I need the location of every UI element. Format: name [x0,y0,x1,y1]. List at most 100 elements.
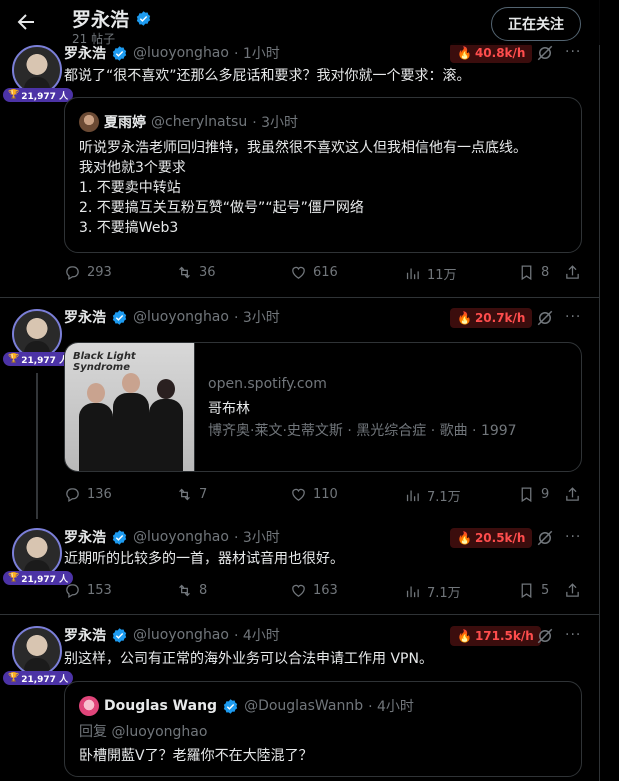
quote-time: · 3小时 [252,115,299,131]
tweet-2[interactable]: 🏆 21,977 人 罗永浩 @luoyonghao · 3小时 🔥 20.7k/h… [0,297,600,520]
more-icon[interactable]: ··· [565,309,581,325]
retweet-button[interactable]: 36 [176,264,216,281]
quote-line: 听说罗永浩老师回归推特，我虽然很不喜欢这人但我相信他有一点底线。 [79,140,527,156]
grok-slash-icon[interactable] [536,627,554,645]
avatar [79,696,99,716]
card-description: 博齐奥·莱文·史蒂文斯 · 黑光综合症 · 歌曲 · 1997 [208,423,517,439]
quote-meta: 夏雨婷 @cherylnatsu · 3小时 [79,112,298,132]
bookmark-button[interactable]: 8 [518,264,549,281]
views-button[interactable]: 7.1万 [404,486,461,505]
like-icon [292,488,305,501]
tweet-text: 近期听的比较多的一首，器材试音用也很好。 [64,551,344,567]
tweet-text: 都说了“很不喜欢”还那么多屁话和要求？我对你就一个要求：滚。 [64,68,471,84]
tweet-4[interactable]: 🏆 21,977 人 罗永浩 @luoyonghao · 4小时 🔥 171.5k/… [0,614,600,781]
reply-button[interactable]: 153 [64,582,112,599]
follower-badge: 🏆 21,977 人 [3,671,74,685]
hot-badge: 🔥 40.8k/h [450,43,533,63]
quote-author-name: 夏雨婷 [104,115,146,131]
share-icon[interactable] [564,486,581,503]
quote-time: · 4小时 [368,699,414,715]
tweet-3[interactable]: 🏆 21,977 人 罗永浩 @luoyonghao · 3小时 🔥 20.5k/h… [0,520,600,614]
quote-text: 卧槽開藍V了？老羅你不在大陸混了？ [79,748,313,764]
tweet-time[interactable]: · 3小时 [234,307,280,327]
bookmark-button[interactable]: 5 [518,582,549,599]
like-button[interactable]: 163 [290,582,338,599]
verified-icon [136,11,151,26]
album-cover: Black Light Syndrome [65,343,195,471]
tweet-time[interactable]: · 4小时 [234,625,280,645]
reply-icon [66,266,79,281]
hot-badge: 🔥 171.5k/h [450,626,541,646]
quote-author-handle: @cherylnatsu [151,114,248,130]
views-button[interactable]: 7.1万 [404,582,461,601]
action-bar: 153 8 163 7.1万 5 [64,582,582,602]
avatar[interactable] [12,626,62,676]
spotify-link-card[interactable]: Black Light Syndrome open.spotify.com 哥布… [64,342,582,472]
reply-button[interactable]: 136 [64,486,112,503]
trophy-icon: 🏆 [8,354,20,364]
fire-icon: 🔥 [457,531,472,545]
reply-button[interactable]: 293 [64,264,112,281]
profile-name: 罗永浩 [72,9,130,31]
quote-author-handle: @DouglasWannb [244,698,364,714]
more-icon[interactable]: ··· [565,44,581,60]
follower-badge: 🏆 21,977 人 [3,571,74,585]
author-handle[interactable]: @luoyonghao [133,529,229,545]
back-arrow-icon[interactable] [14,10,38,34]
bookmark-icon [521,265,532,281]
more-icon[interactable]: ··· [565,627,581,643]
bookmark-icon [521,583,532,599]
card-title: 哥布林 [208,401,250,417]
following-button[interactable]: 正在关注 [491,7,581,41]
tweet-meta: 罗永浩 @luoyonghao · 4小时 [64,625,280,645]
retweet-button[interactable]: 7 [176,486,207,503]
trophy-icon: 🏆 [8,573,20,583]
quote-reply-to: 回复 @luoyonghao [79,724,208,740]
grok-slash-icon[interactable] [536,309,554,327]
tweet-text: 别这样，公司有正常的海外业务可以合法申请工作用 VPN。 [64,651,433,667]
avatar [79,112,99,132]
more-icon[interactable]: ··· [565,529,581,545]
thread-connector [36,373,38,519]
reply-icon [66,488,79,503]
post-count: 21 帖子 [72,32,116,46]
author-name[interactable]: 罗永浩 [64,527,106,547]
author-handle[interactable]: @luoyonghao [133,45,229,61]
column-border [599,0,600,781]
grok-slash-icon[interactable] [536,44,554,62]
hot-badge: 🔥 20.7k/h [450,308,533,328]
views-icon [406,586,419,598]
bookmark-button[interactable]: 9 [518,486,549,503]
quote-line: 1. 不要卖中转站 [79,180,181,196]
author-name[interactable]: 罗永浩 [64,625,106,645]
author-name[interactable]: 罗永浩 [64,307,106,327]
like-icon [292,266,305,279]
like-button[interactable]: 616 [290,264,338,281]
verified-icon [112,45,127,61]
retweet-icon [179,584,190,597]
fire-icon: 🔥 [457,311,472,325]
share-icon[interactable] [564,264,581,281]
quote-author-name: Douglas Wang [104,698,218,714]
like-button[interactable]: 110 [290,486,338,503]
quoted-tweet[interactable]: 夏雨婷 @cherylnatsu · 3小时 听说罗永浩老师回归推特，我虽然很不… [64,97,582,253]
retweet-button[interactable]: 8 [176,582,207,599]
page-header: 罗永浩 21 帖子 正在关注 [0,0,619,46]
quote-meta: Douglas Wang @DouglasWannb · 4小时 [79,696,414,716]
verified-icon [112,627,127,643]
album-cover-title: Black Light Syndrome [73,351,136,373]
tweet-time[interactable]: · 1小时 [234,43,280,63]
quote-line: 我对他就3个要求 [79,160,186,176]
retweet-icon [179,488,190,501]
author-handle[interactable]: @luoyonghao [133,309,229,325]
author-handle[interactable]: @luoyonghao [133,627,229,643]
tweet-meta: 罗永浩 @luoyonghao · 3小时 [64,527,280,547]
action-bar: 136 7 110 7.1万 9 [64,486,582,506]
quoted-tweet[interactable]: Douglas Wang @DouglasWannb · 4小时 回复 @luo… [64,681,582,777]
tweet-time[interactable]: · 3小时 [234,527,280,547]
fire-icon: 🔥 [457,629,472,643]
grok-slash-icon[interactable] [536,529,554,547]
share-icon[interactable] [564,582,581,599]
card-domain: open.spotify.com [208,376,327,392]
views-button[interactable]: 11万 [404,264,457,283]
